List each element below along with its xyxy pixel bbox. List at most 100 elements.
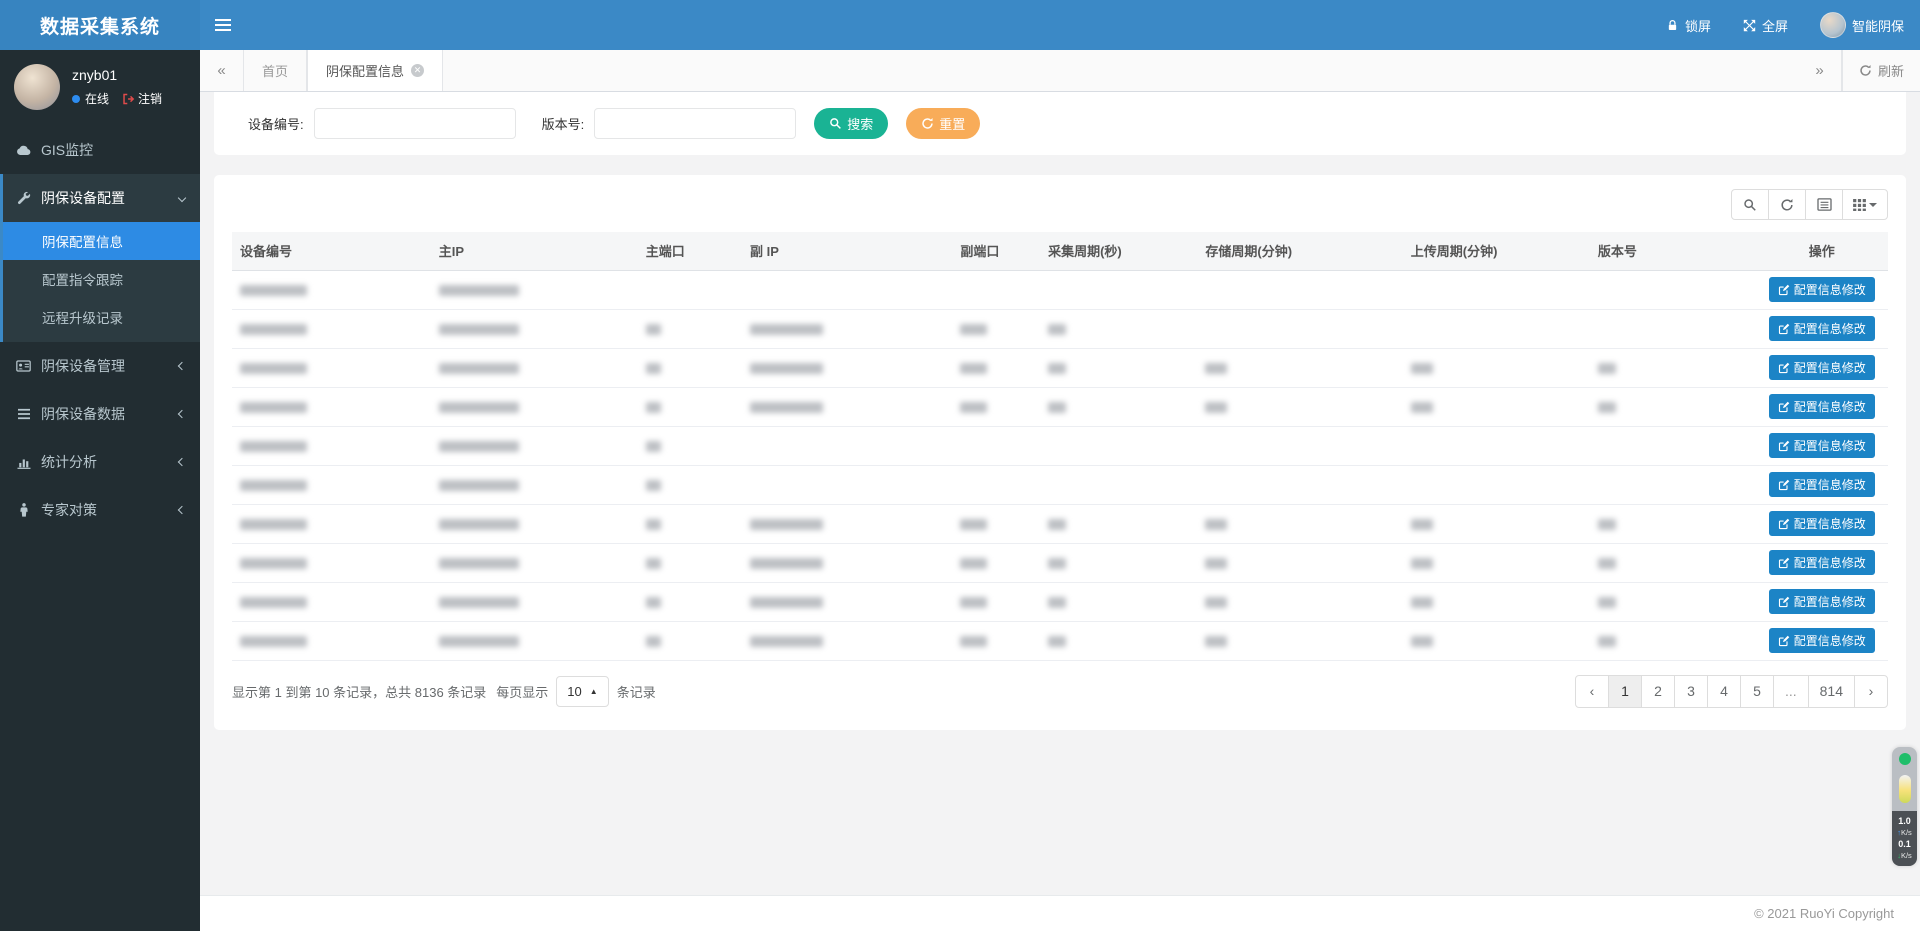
tab-home[interactable]: 首页 [244,50,307,91]
pagination-info: 显示第 1 到第 10 条记录，总共 8136 条记录 [232,682,486,701]
table-cell [742,582,952,621]
edit-config-button[interactable]: 配置信息修改 [1769,316,1875,341]
toolbar-refresh-button[interactable] [1768,189,1806,220]
redacted-value [439,402,519,413]
page-size-prefix: 每页显示 [496,682,548,701]
table-cell [742,504,952,543]
logout-button[interactable]: 注销 [122,90,162,107]
tools-icon [15,191,32,205]
table-cell [1197,348,1402,387]
table-cell [1040,621,1197,660]
search-icon [829,117,842,130]
toolbar-columns-button[interactable] [1842,189,1888,220]
edit-config-button[interactable]: 配置信息修改 [1769,394,1875,419]
edit-config-button[interactable]: 配置信息修改 [1769,628,1875,653]
table-cell [952,582,1040,621]
page-1[interactable]: 1 [1608,675,1642,708]
table-cell [952,465,1040,504]
redacted-value [439,324,519,335]
col-backup-port: 副端口 [952,232,1040,270]
page-814[interactable]: 814 [1808,675,1855,708]
page-5[interactable]: 5 [1740,675,1774,708]
edit-config-button[interactable]: 配置信息修改 [1769,511,1875,536]
redacted-value [750,363,823,374]
table-cell [1590,621,1756,660]
reset-button[interactable]: 重置 [906,108,980,139]
page-next[interactable]: › [1854,675,1888,708]
col-upload-cycle: 上传周期(分钟) [1403,232,1590,270]
redacted-value [646,402,661,413]
table-cell [1040,270,1197,309]
table-cell [742,387,952,426]
table-cell [952,543,1040,582]
search-button[interactable]: 搜索 [814,108,888,139]
sidebar-item-remote-upgrade-log[interactable]: 远程升级记录 [3,298,200,336]
redacted-value [646,519,661,530]
sidebar-item-gis-monitor[interactable]: GIS监控 [0,126,200,174]
sidebar-item-config-command-trace[interactable]: 配置指令跟踪 [3,260,200,298]
device-no-input[interactable] [314,108,516,139]
close-icon[interactable]: ✕ [411,64,424,77]
user-menu[interactable]: 智能阴保 [1804,0,1920,50]
sidebar-item-device-manage[interactable]: 阴保设备管理 [0,342,200,390]
table-cell [742,309,952,348]
table-cell [1197,582,1402,621]
table-cell [232,348,431,387]
tab-config-info[interactable]: 阴保配置信息 ✕ [307,50,443,91]
sidebar-item-expert-strategy[interactable]: 专家对策 [0,486,200,534]
edit-config-button[interactable]: 配置信息修改 [1769,550,1875,575]
toolbar-search-button[interactable] [1731,189,1769,220]
tabs-scroll-right-button[interactable]: » [1798,50,1842,91]
table-cell [1197,543,1402,582]
sidebar-item-device-config[interactable]: 阴保设备配置 [3,174,200,222]
page-2[interactable]: 2 [1641,675,1675,708]
redacted-value [960,402,987,413]
page-size-select[interactable]: 10 ▲ [556,676,608,707]
table-cell [742,465,952,504]
edit-config-button[interactable]: 配置信息修改 [1769,589,1875,614]
sidebar-item-statistics[interactable]: 统计分析 [0,438,200,486]
edit-config-button[interactable]: 配置信息修改 [1769,433,1875,458]
table-cell [638,621,742,660]
table-cell [431,504,638,543]
tabs-scroll-left-button[interactable]: « [200,50,244,91]
sidebar-item-config-info[interactable]: 阴保配置信息 [3,222,200,260]
version-input[interactable] [594,108,796,139]
redacted-value [750,558,823,569]
table-cell [1590,387,1756,426]
redacted-value [240,402,307,413]
table-cell [952,387,1040,426]
sidebar-item-device-data[interactable]: 阴保设备数据 [0,390,200,438]
redacted-value [1598,519,1616,530]
table-cell-actions: 配置信息修改 [1755,270,1888,309]
redacted-value [1048,519,1066,530]
edit-config-button[interactable]: 配置信息修改 [1769,355,1875,380]
tab-refresh-button[interactable]: 刷新 [1842,50,1920,91]
table-cell [232,465,431,504]
toolbar-card-view-button[interactable] [1805,189,1843,220]
redacted-value [646,597,661,608]
table-cell [742,426,952,465]
sidebar: znyb01 在线 注销 GIS监控 阴保设备配置 [0,50,200,931]
redacted-value [646,441,661,452]
table-row: 配置信息修改 [232,426,1888,465]
redacted-value [1411,402,1433,413]
table-cell [1590,426,1756,465]
page-4[interactable]: 4 [1707,675,1741,708]
lock-screen-button[interactable]: 锁屏 [1650,0,1727,50]
redacted-value [439,480,519,491]
edit-config-button[interactable]: 配置信息修改 [1769,277,1875,302]
table-row: 配置信息修改 [232,387,1888,426]
caret-up-icon: ▲ [590,687,598,696]
redacted-value [960,363,987,374]
app-logo: 数据采集系统 [0,0,200,50]
edit-icon [1778,362,1790,374]
edit-config-button[interactable]: 配置信息修改 [1769,472,1875,497]
sidebar-toggle-button[interactable] [200,0,246,50]
page-prev[interactable]: ‹ [1575,675,1609,708]
table-row: 配置信息修改 [232,621,1888,660]
page-3[interactable]: 3 [1674,675,1708,708]
user-avatar [14,64,60,110]
fullscreen-button[interactable]: 全屏 [1727,0,1804,50]
redacted-value [1205,402,1227,413]
